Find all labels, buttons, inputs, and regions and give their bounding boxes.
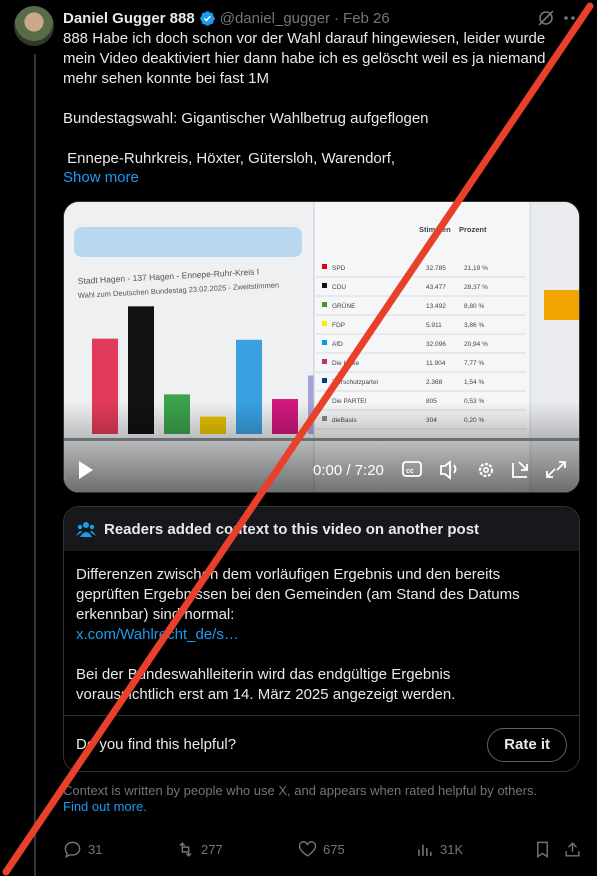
bookmark-button[interactable] [533,840,558,859]
context-info: Context is written by people who use X, … [63,783,578,815]
note-line: Differenzen zwischen dem vorläufigen Erg… [76,566,501,583]
party-votes: 11.904 [426,360,446,367]
note-blank [76,645,567,665]
party-color-swatch [322,264,327,269]
tweet-line: Ennepe-Ruhrkreis, Höxter, Gütersloh, War… [63,150,396,167]
party-color-swatch [322,378,327,383]
party-color-swatch [322,302,327,307]
party-percent: 8,80 % [464,303,484,310]
tweet-line: 888 Habe ich doch schon vor der Wahl dar… [63,30,546,47]
pip-icon[interactable] [512,461,528,478]
settings-gear-icon[interactable] [478,462,494,478]
author-name[interactable]: Daniel Gugger 888 [63,10,195,27]
tweet-line: mein Video deaktiviert hier dann habe ic… [63,50,546,67]
party-votes: 13.492 [426,303,446,310]
party-percent: 21,19 % [464,265,488,272]
party-name: GRÜNE [332,302,356,310]
more-options-icon[interactable] [562,8,584,28]
party-percent: 1,54 % [464,379,484,386]
tweet-blank [63,129,578,149]
tweet-blank [63,89,578,109]
party-votes: 32.785 [426,265,446,272]
note-header: Readers added context to this video on a… [64,507,579,551]
note-line: voraussichtlich erst am 14. März 2025 an… [76,686,456,703]
party-name: SPD [332,265,346,272]
reply-icon [64,841,81,858]
video-col-stimmen: Stimmen [419,225,451,234]
tweet-text: 888 Habe ich doch schon vor der Wahl dar… [63,29,578,169]
tweet-line: Bundestagswahl: Gigantischer Wahlbetrug … [63,110,429,127]
note-source-link[interactable]: x.com/Wahlrecht_de/s… [76,625,567,645]
community-note: Readers added context to this video on a… [63,506,580,772]
context-info-text: Context is written by people who use X, … [63,783,538,798]
tweet-line: mehr sehen konnte bei fast 1M [63,70,269,87]
heart-icon [298,841,317,857]
party-votes: 43.477 [426,284,446,291]
people-icon [76,522,96,537]
repost-button[interactable]: 277 [176,840,223,859]
note-header-text: Readers added context to this video on a… [104,520,480,538]
video-time: 0:00 / 7:20 [313,462,384,479]
party-name: FDP [332,322,345,329]
reply-button[interactable]: 31 [63,840,102,859]
action-bar: 31 277 675 31K [63,840,583,862]
bookmark-icon [537,841,548,858]
party-color-swatch [322,397,327,402]
party-name: Tierschutzpartei [332,379,378,386]
like-button[interactable]: 675 [298,840,345,859]
separator-dot: · [334,9,340,27]
repost-count: 277 [201,842,223,857]
party-percent: 3,86 % [464,322,484,329]
reply-count: 31 [88,842,103,857]
share-button[interactable] [563,840,588,859]
verified-badge-icon [199,10,215,26]
post-date[interactable]: Feb 26 [343,10,390,27]
note-line: erkennbar) sind normal: [76,606,235,623]
party-color-swatch [322,359,327,364]
party-votes: 5.911 [426,322,442,329]
video-col-prozent: Prozent [459,225,487,234]
party-name: AfD [332,341,343,348]
svg-text:cc: cc [406,468,414,475]
party-percent: 20,94 % [464,341,488,348]
grok-icon[interactable] [536,8,556,28]
video-controls: 0:00 / 7:20 cc [63,450,580,490]
note-line: Bei der Bundeswahlleiterin wird das endg… [76,666,451,683]
views-button[interactable]: 31K [415,840,463,859]
views-count: 31K [440,842,464,857]
thread-line [34,54,36,876]
party-percent: 7,77 % [464,360,484,367]
party-percent: 28,37 % [464,284,488,291]
avatar[interactable] [14,6,54,46]
find-out-more-link[interactable]: Find out more. [63,799,147,814]
party-name: Die Linke [332,360,359,367]
captions-icon[interactable]: cc [402,461,422,477]
note-body: Differenzen zwischen dem vorläufigen Erg… [64,551,579,705]
party-name: CDU [332,284,346,291]
tweet-header: Daniel Gugger 888 @daniel_gugger · Feb 2… [63,8,390,28]
author-handle[interactable]: @daniel_gugger [220,10,330,27]
note-line: geprüften Ergebnissen bei den Gemeinden … [76,586,520,603]
share-icon [565,842,580,857]
play-icon[interactable] [79,461,93,479]
helpful-question: Do you find this helpful? [76,736,237,753]
party-votes: 2.368 [426,379,443,386]
fullscreen-icon[interactable] [546,461,566,478]
show-more-link[interactable]: Show more [63,169,139,186]
note-rating-row: Do you find this helpful? Rate it [64,715,579,771]
like-count: 675 [323,842,345,857]
repost-icon [179,842,192,857]
party-votes: 32.096 [426,341,446,348]
rate-it-button[interactable]: Rate it [487,727,567,762]
party-color-swatch [322,321,327,326]
party-color-swatch [322,340,327,345]
volume-icon[interactable] [440,460,457,480]
views-chart-icon [418,844,432,856]
party-color-swatch [322,283,327,288]
